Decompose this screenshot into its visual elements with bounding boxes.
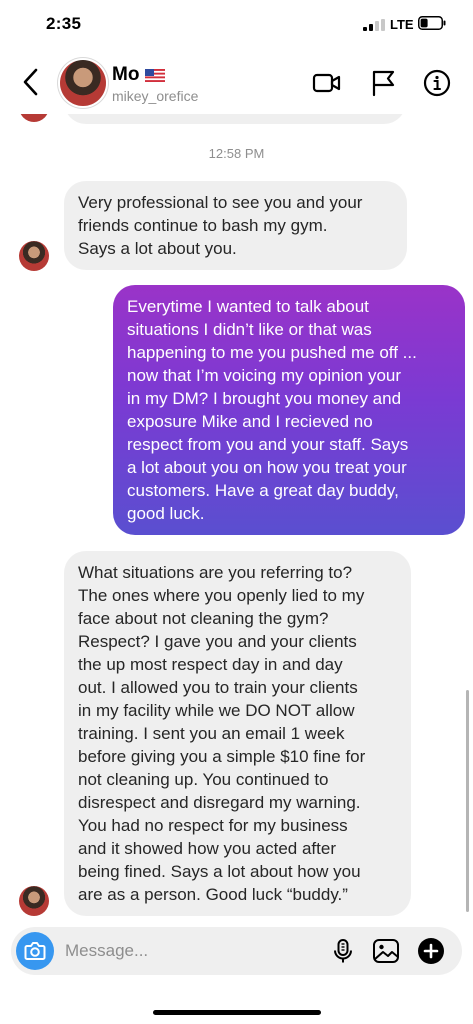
status-time: 2:35 (46, 14, 82, 33)
network-label: LTE (390, 17, 414, 32)
home-indicator[interactable] (153, 1010, 321, 1015)
flag-icon[interactable] (368, 68, 398, 98)
incoming-message-bubble[interactable]: What situations are you referring to? Th… (64, 551, 411, 916)
contact-avatar-small (19, 241, 49, 271)
message-timestamp: 12:58 PM (208, 146, 265, 161)
scrollbar[interactable] (466, 690, 469, 912)
video-call-icon[interactable] (312, 68, 342, 98)
camera-icon (24, 942, 46, 960)
battery-icon (418, 16, 446, 30)
status-bar: 2:35 LTE (0, 0, 473, 50)
signal-icon (363, 19, 385, 31)
contact-name-text: Mo (112, 64, 140, 85)
previous-message-bubble[interactable] (64, 114, 406, 124)
outgoing-message-bubble[interactable]: Everytime I wanted to talk about situati… (113, 285, 465, 535)
contact-avatar-small (19, 886, 49, 916)
incoming-message-bubble[interactable]: Very professional to see you and your fr… (64, 181, 407, 270)
contact-avatar[interactable] (60, 60, 106, 106)
previous-message-avatar (19, 114, 49, 122)
chat-header: Mo mikey_orefice (0, 52, 473, 114)
microphone-icon[interactable] (329, 937, 357, 965)
back-chevron-icon[interactable] (20, 66, 42, 98)
add-icon[interactable] (417, 937, 445, 965)
contact-handle[interactable]: mikey_orefice (112, 88, 198, 104)
us-flag-icon (145, 68, 166, 82)
camera-button[interactable] (16, 932, 54, 970)
contact-name[interactable]: Mo (112, 64, 166, 86)
info-icon[interactable] (422, 68, 452, 98)
gallery-icon[interactable] (372, 937, 400, 965)
message-composer (11, 927, 462, 975)
message-input[interactable] (65, 938, 315, 964)
message-list[interactable]: 12:58 PM Very professional to see you an… (0, 114, 473, 922)
